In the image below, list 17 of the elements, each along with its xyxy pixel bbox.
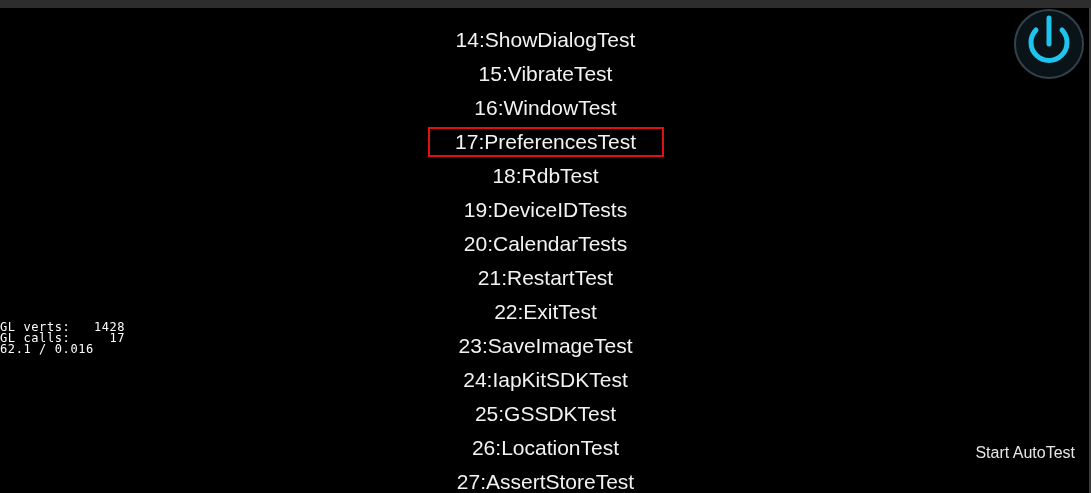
test-item[interactable]: 17:PreferencesTest (427, 127, 664, 157)
test-item[interactable]: 24:IapKitSDKTest (427, 363, 664, 397)
test-item[interactable]: 19:DeviceIDTests (427, 193, 664, 227)
test-item[interactable]: 26:LocationTest (427, 431, 664, 465)
start-autotest-button[interactable]: Start AutoTest (975, 444, 1075, 462)
test-item[interactable]: 25:GSSDKTest (427, 397, 664, 431)
test-item[interactable]: 22:ExitTest (427, 295, 664, 329)
test-item[interactable]: 27:AssertStoreTest (427, 465, 664, 493)
test-item[interactable]: 18:RdbTest (427, 159, 664, 193)
power-icon[interactable] (1013, 8, 1085, 80)
test-item[interactable]: 20:CalendarTests (427, 227, 664, 261)
test-item[interactable]: 23:SaveImageTest (427, 329, 664, 363)
test-item[interactable]: 16:WindowTest (427, 91, 664, 125)
debug-stats: GL verts: 1428 GL calls: 17 62.1 / 0.016 (0, 322, 127, 355)
test-item[interactable]: 15:VibrateTest (427, 57, 664, 91)
test-item[interactable]: 14:ShowDialogTest (427, 23, 664, 57)
test-item[interactable]: 21:RestartTest (427, 261, 664, 295)
